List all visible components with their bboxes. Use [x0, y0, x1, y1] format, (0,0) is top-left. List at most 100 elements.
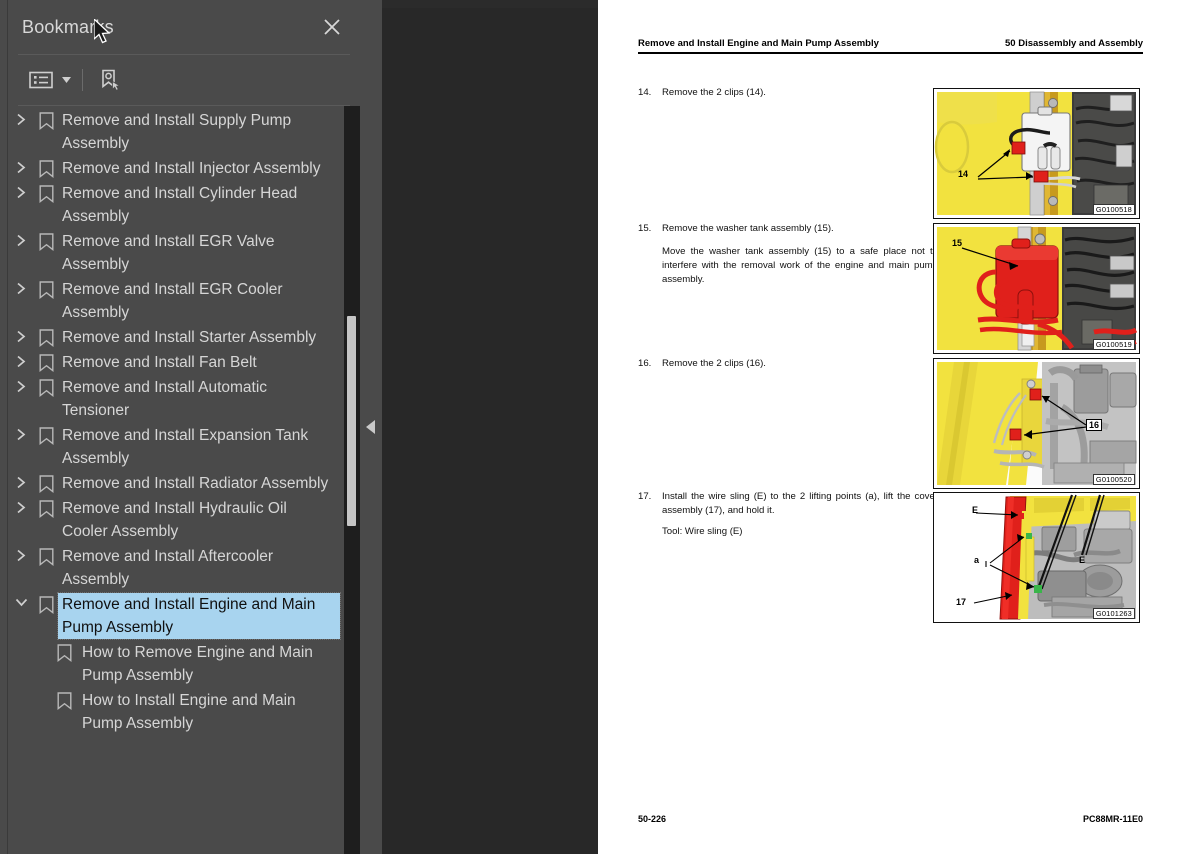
bookmark-icon [34, 109, 58, 130]
pdf-reader-window: Bookmarks Remove and Install Supply Pump… [0, 0, 1200, 854]
bookmark-label: How to Remove Engine and Main Pump Assem… [82, 644, 313, 684]
step-15: 15. Remove the washer tank assembly (15)… [638, 222, 938, 287]
bookmark-label: Remove and Install Expansion Tank Assemb… [62, 427, 309, 467]
step-number: 14. [638, 87, 652, 98]
bookmark-item[interactable]: Remove and Install Engine and Main Pump … [8, 592, 344, 640]
page-number: 50-226 [638, 814, 667, 824]
bookmark-item[interactable]: Remove and Install Supply Pump Assembly [8, 108, 344, 156]
figure-callout: 16 [1086, 419, 1103, 431]
chevron-right-icon[interactable] [8, 376, 34, 393]
bookmark-icon [34, 351, 58, 372]
step-17: 17. Install the wire sling (E) to the 2 … [638, 490, 938, 539]
document-page: Remove and Install Engine and Main Pump … [598, 0, 1200, 854]
bookmark-icon [34, 182, 58, 203]
find-bookmark-icon[interactable] [93, 65, 127, 95]
chevron-right-icon[interactable] [8, 424, 34, 441]
twisty-spacer [8, 689, 34, 693]
figure-id: G0100519 [1092, 339, 1135, 350]
figure-2: 15 G0100519 [933, 223, 1140, 354]
chevron-right-icon[interactable] [8, 182, 34, 199]
chevron-right-icon[interactable] [8, 497, 34, 514]
chevron-right-icon[interactable] [8, 157, 34, 174]
step-number: 17. [638, 491, 652, 502]
manual-code: PC88MR-11E0 [1082, 814, 1143, 824]
chevron-down-icon[interactable] [8, 593, 34, 608]
bookmark-item[interactable]: How to Remove Engine and Main Pump Assem… [8, 640, 344, 688]
list-options-icon[interactable] [24, 65, 58, 95]
bookmark-item[interactable]: Remove and Install Starter Assembly [8, 325, 344, 350]
bookmark-label: Remove and Install EGR Cooler Assembly [62, 281, 283, 321]
figure-callout: 15 [952, 238, 963, 248]
toolbar-separator [82, 69, 83, 91]
bookmark-icon [34, 545, 58, 566]
chevron-right-icon[interactable] [8, 472, 34, 489]
bookmarks-toolbar [8, 55, 360, 105]
bookmark-icon [34, 472, 58, 493]
bookmark-label: Remove and Install Injector Assembly [62, 160, 321, 177]
page-footer: 50-226 PC88MR-11E0 [638, 814, 1143, 824]
step-number: 15. [638, 223, 652, 234]
bookmark-icon [34, 230, 58, 251]
step-16: 16. Remove the 2 clips (16). [638, 357, 938, 371]
bookmark-item[interactable]: Remove and Install Expansion Tank Assemb… [8, 423, 344, 471]
bookmark-item[interactable]: Remove and Install Hydraulic Oil Cooler … [8, 496, 344, 544]
bookmark-icon [34, 376, 58, 397]
bookmarks-panel: Bookmarks Remove and Install Supply Pump… [8, 0, 360, 854]
bookmark-icon [34, 424, 58, 445]
chevron-right-icon[interactable] [8, 230, 34, 247]
bookmark-item[interactable]: Remove and Install Injector Assembly [8, 156, 344, 181]
chevron-right-icon[interactable] [8, 545, 34, 562]
bookmark-icon [52, 641, 76, 662]
bookmark-item[interactable]: Remove and Install Aftercooler Assembly [8, 544, 344, 592]
step-text: Remove the 2 clips (14). [662, 87, 766, 98]
bookmark-item[interactable]: Remove and Install Automatic Tensioner [8, 375, 344, 423]
bookmark-item[interactable]: Remove and Install Fan Belt [8, 350, 344, 375]
step-tool: Tool: Wire sling (E) [662, 526, 743, 537]
bookmark-label: Remove and Install Engine and Main Pump … [57, 592, 341, 640]
step-text: Remove the washer tank assembly (15). [662, 223, 834, 234]
bookmark-icon [52, 689, 76, 710]
bookmark-item[interactable]: How to Install Engine and Main Pump Asse… [8, 688, 344, 736]
bookmark-label: Remove and Install Radiator Assembly [62, 475, 329, 492]
bookmark-label: How to Install Engine and Main Pump Asse… [82, 692, 296, 732]
step-14: 14. Remove the 2 clips (14). [638, 86, 938, 100]
bookmark-label: Remove and Install Fan Belt [62, 354, 257, 371]
bookmark-item[interactable]: Remove and Install Cylinder Head Assembl… [8, 181, 344, 229]
bookmark-item[interactable]: Remove and Install Radiator Assembly [8, 471, 344, 496]
scrollbar-thumb[interactable] [347, 316, 356, 526]
twisty-spacer [8, 641, 34, 645]
figure-1: 14 G0100518 [933, 88, 1140, 219]
bookmark-label: Remove and Install Aftercooler Assembly [62, 548, 274, 588]
chevron-right-icon[interactable] [8, 109, 34, 126]
chevron-right-icon[interactable] [8, 278, 34, 295]
chevron-right-icon[interactable] [8, 326, 34, 343]
bookmark-icon [34, 593, 58, 614]
figure-callout: E [972, 505, 979, 515]
bookmark-label: Remove and Install Supply Pump Assembly [62, 112, 292, 152]
figure-3: 16 G0100520 [933, 358, 1140, 489]
bookmark-icon [34, 326, 58, 347]
bookmark-label: Remove and Install EGR Valve Assembly [62, 233, 275, 273]
bookmarks-scrollbar[interactable] [344, 106, 360, 854]
figure-callout: 17 [956, 597, 967, 607]
panel-title: Bookmarks [22, 16, 114, 37]
step-note: Move the washer tank assembly (15) to a … [662, 246, 938, 285]
bookmark-label: Remove and Install Hydraulic Oil Cooler … [62, 500, 287, 540]
viewer-inner-shade [382, 8, 598, 854]
panel-collapse-handle[interactable] [360, 0, 382, 854]
close-icon[interactable] [320, 15, 344, 39]
bookmark-label: Remove and Install Cylinder Head Assembl… [62, 185, 298, 225]
bookmark-tree: Remove and Install Supply Pump Assembly R… [8, 106, 344, 854]
bookmark-label: Remove and Install Starter Assembly [62, 329, 317, 346]
bookmark-icon [34, 157, 58, 178]
step-text: Remove the 2 clips (16). [662, 358, 766, 369]
chevron-right-icon[interactable] [8, 351, 34, 368]
step-text: Install the wire sling (E) to the 2 lift… [662, 491, 938, 516]
figure-callout: a [974, 555, 980, 565]
bookmark-icon [34, 278, 58, 299]
bookmark-item[interactable]: Remove and Install EGR Valve Assembly [8, 229, 344, 277]
bookmarks-panel-header: Bookmarks [8, 0, 360, 54]
chevron-down-icon[interactable] [58, 65, 74, 95]
bookmark-item[interactable]: Remove and Install EGR Cooler Assembly [8, 277, 344, 325]
figure-callout: E [1079, 555, 1086, 565]
